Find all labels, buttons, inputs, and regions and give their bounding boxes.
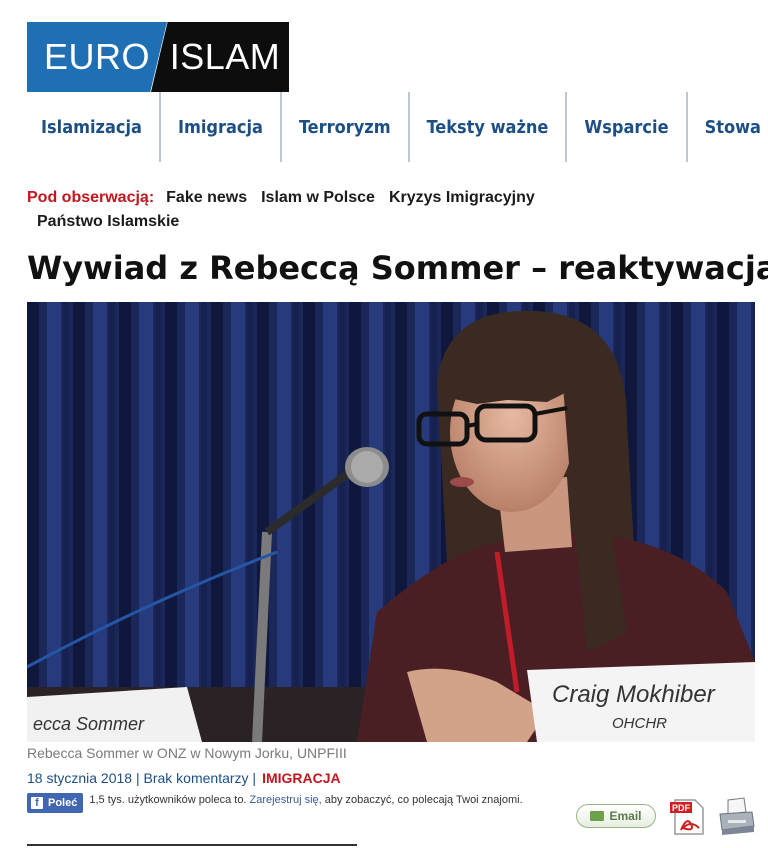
comments-link[interactable]: Brak komentarzy xyxy=(144,770,249,786)
email-share-button[interactable]: Email xyxy=(576,804,656,828)
nav-item-terroryzm[interactable]: Terroryzm xyxy=(282,92,410,162)
main-navigation: Islamizacja Imigracja Terroryzm Teksty w… xyxy=(27,92,768,162)
nameplate-left-text: ecca Sommer xyxy=(33,714,145,734)
fb-button-label: Poleć xyxy=(48,797,78,809)
article-photo: ecca Sommer Craig Mokhiber OHCHR xyxy=(27,302,755,742)
fb-text-after: aby zobaczyć, co polecają Twoi znajomi. xyxy=(321,794,523,806)
article-meta: 18 stycznia 2018 | Brak komentarzy | IMIG… xyxy=(27,770,341,786)
nav-item-stowa[interactable]: Stowa xyxy=(688,92,768,162)
pdf-button[interactable]: PDF xyxy=(669,798,705,836)
nav-item-islamizacja[interactable]: Islamizacja xyxy=(27,92,161,162)
meta-separator: | xyxy=(248,770,257,786)
nameplate-right-org: OHCHR xyxy=(612,715,667,732)
facebook-icon: f xyxy=(31,797,43,809)
watch-label: Pod obserwacją: xyxy=(27,189,155,206)
nav-item-teksty-wazne[interactable]: Teksty ważne xyxy=(410,92,568,162)
fb-text-before: 1,5 tys. użytkowników poleca to. xyxy=(89,794,250,806)
watch-link-panstwo-islamskie[interactable]: Państwo Islamskie xyxy=(37,213,179,230)
watch-topics: Pod obserwacją: Fake news Islam w Polsce Kr… xyxy=(27,186,717,234)
nav-item-wsparcie[interactable]: Wsparcie xyxy=(567,92,688,162)
site-logo[interactable]: EURO ISLAM xyxy=(27,22,291,92)
pdf-icon: PDF xyxy=(670,799,704,835)
watch-link-islam-w-polsce[interactable]: Islam w Polsce xyxy=(261,189,375,206)
nav-item-imigracja[interactable]: Imigracja xyxy=(161,92,282,162)
article-title: Wywiad z Rebeccą Sommer – reaktywacja xyxy=(27,249,768,287)
watch-link-fake-news[interactable]: Fake news xyxy=(166,189,247,206)
print-button[interactable] xyxy=(716,796,756,836)
printer-icon xyxy=(719,797,755,835)
article-date: 18 stycznia 2018 xyxy=(27,770,133,786)
divider xyxy=(27,844,357,846)
watch-link-kryzys[interactable]: Kryzys Imigracyjny xyxy=(389,189,535,206)
fb-register-link[interactable]: Zarejestruj się, xyxy=(250,794,322,806)
facebook-recommend: f Poleć 1,5 tys. użytkowników poleca to.… xyxy=(27,793,529,813)
fb-social-text: 1,5 tys. użytkowników poleca to. Zarejes… xyxy=(89,793,529,807)
pdf-icon-label: PDF xyxy=(672,803,691,813)
photo-illustration: ecca Sommer Craig Mokhiber OHCHR xyxy=(27,302,755,742)
envelope-icon xyxy=(590,811,605,821)
logo-islam-part: ISLAM xyxy=(151,22,289,92)
photo-caption: Rebecca Sommer w ONZ w Nowym Jorku, UNPF… xyxy=(27,745,347,761)
category-link[interactable]: IMIGRACJA xyxy=(262,770,341,786)
logo-euro-part: EURO xyxy=(27,22,167,92)
fb-recommend-button[interactable]: f Poleć xyxy=(27,793,84,813)
email-label: Email xyxy=(609,809,642,823)
nameplate-right-name: Craig Mokhiber xyxy=(552,681,716,708)
meta-separator: | xyxy=(132,770,144,786)
